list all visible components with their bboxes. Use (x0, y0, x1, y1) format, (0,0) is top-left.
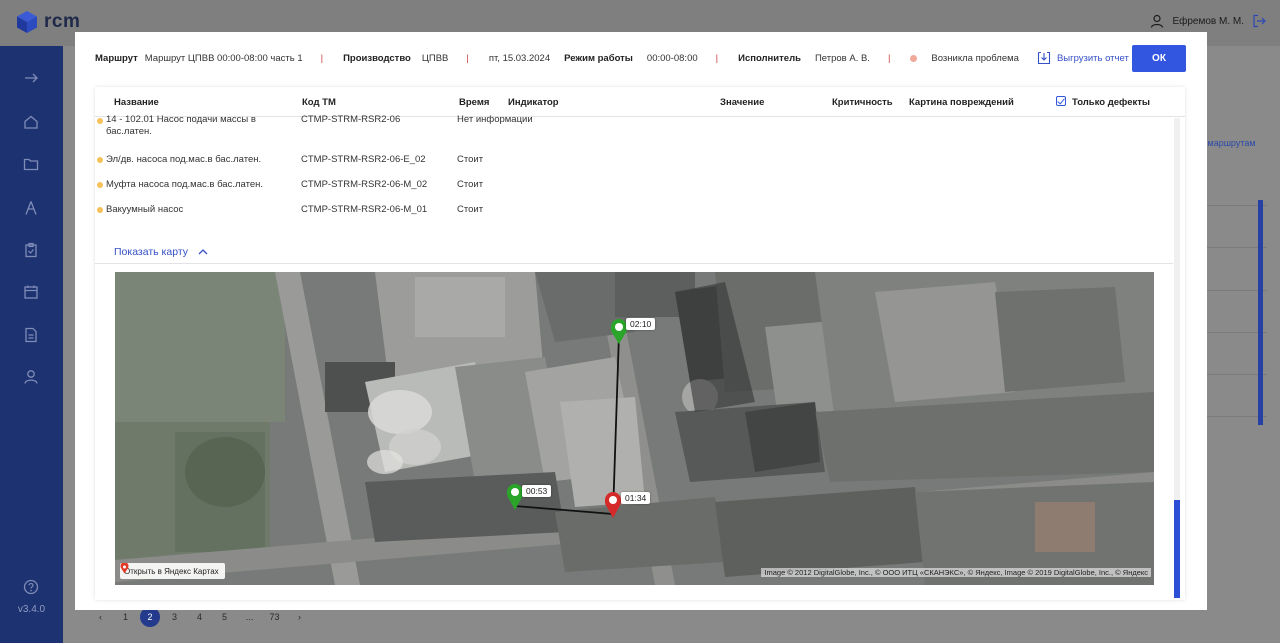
header-separator: | (887, 52, 891, 64)
ok-button[interactable]: ОК (1132, 45, 1186, 72)
executor-label: Исполнитель (738, 52, 801, 64)
production-value: ЦПВВ (421, 52, 449, 64)
export-report-label: Выгрузить отчет (1056, 52, 1129, 64)
row-time: Стоит (457, 154, 484, 165)
export-report-button[interactable]: Выгрузить отчет (1037, 51, 1129, 65)
pagination-prev[interactable]: ‹ (88, 607, 113, 627)
logout-icon[interactable] (1252, 14, 1266, 28)
pagination-page[interactable]: 5 (212, 607, 237, 627)
logo-cube-icon (17, 11, 37, 33)
production-label: Производство (343, 52, 411, 64)
column-value[interactable]: Значение (720, 97, 764, 108)
expand-arrow-icon[interactable] (21, 68, 41, 88)
route-details-modal: Маршрут Маршрут ЦПВВ 00:00-08:00 часть 1… (75, 32, 1207, 610)
marker-label-0210[interactable]: 02:10 (626, 318, 656, 330)
help-icon[interactable] (21, 577, 41, 597)
content-scrollbar[interactable] (1174, 118, 1180, 598)
header-separator: | (320, 52, 324, 64)
show-map-label: Показать карту (114, 246, 189, 258)
row-time: Нет информации (457, 114, 533, 125)
row-name: Муфта насоса под.мас.в бас.латен. (106, 179, 264, 190)
only-defects-checkbox[interactable] (1056, 96, 1066, 106)
header-separator: | (466, 52, 469, 64)
pagination-page[interactable]: 73 (262, 607, 287, 627)
mode-label: Режим работы (564, 52, 633, 64)
row-code: CTMP-STRM-RSR2-06-M_02 (301, 179, 428, 190)
background-link[interactable]: о маршрутам (1200, 138, 1256, 148)
satellite-map[interactable]: 02:10 00:53 01:34 Открыть в Яндекс Карта… (115, 272, 1154, 585)
column-time[interactable]: Время (459, 97, 489, 108)
scrollbar-thumb[interactable] (1174, 500, 1180, 598)
column-indicator[interactable]: Индикатор (508, 97, 559, 108)
sidebar (0, 46, 63, 643)
profile-icon[interactable] (21, 367, 41, 387)
route-value: Маршрут ЦПВВ 00:00-08:00 часть 1 (144, 52, 303, 64)
column-criticality[interactable]: Критичность (832, 97, 893, 108)
row-name: Эл/дв. насоса под.мас.в бас.латен. (106, 154, 262, 165)
location-pin-icon (120, 563, 129, 574)
route-icon[interactable] (21, 198, 41, 218)
section-divider (95, 263, 1173, 264)
problem-status-text: Возникла проблема (931, 52, 1019, 64)
show-map-toggle[interactable]: Показать карту (114, 246, 208, 258)
header-separator: | (715, 52, 719, 64)
open-yandex-maps-button[interactable]: Открыть в Яндекс Картах (120, 563, 225, 579)
table-header: Название Код ТМ Время Индикатор Значение… (95, 87, 1185, 117)
app-version: v3.4.0 (17, 604, 46, 615)
row-time: Стоит (457, 204, 484, 215)
user-name[interactable]: Ефремов М. М. (1172, 16, 1244, 27)
home-icon[interactable] (21, 112, 41, 132)
executor-value: Петров А. В. (814, 52, 870, 64)
document-icon[interactable] (21, 325, 41, 345)
marker-label-0053[interactable]: 00:53 (522, 485, 552, 497)
pagination-ellipsis: ... (245, 612, 254, 622)
row-time: Стоит (457, 179, 484, 190)
modal-header: Маршрут Маршрут ЦПВВ 00:00-08:00 часть 1… (75, 32, 1207, 84)
pagination-page-active[interactable]: 2 (140, 607, 160, 627)
download-icon (1037, 51, 1051, 65)
route-label: Маршрут (95, 52, 138, 64)
column-damage-picture[interactable]: Картина повреждений (909, 97, 1014, 108)
marker-label-0134[interactable]: 01:34 (621, 492, 651, 504)
app-logo[interactable]: rcm (16, 10, 80, 34)
folder-icon[interactable] (21, 154, 41, 174)
chevron-up-icon (198, 249, 208, 255)
open-yandex-maps-label: Открыть в Яндекс Картах (124, 566, 219, 576)
row-name: Вакуумный насос (106, 204, 184, 215)
calendar-icon[interactable] (21, 282, 41, 302)
mode-value: 00:00-08:00 (646, 52, 698, 64)
row-code: CTMP-STRM-RSR2-06-E_02 (301, 154, 426, 165)
column-code[interactable]: Код ТМ (302, 97, 336, 108)
only-defects-label[interactable]: Только дефекты (1072, 97, 1150, 108)
status-dot (97, 118, 103, 124)
background-panel (1207, 46, 1280, 643)
modal-content: Название Код ТМ Время Индикатор Значение… (95, 87, 1185, 600)
user-icon (1151, 14, 1164, 28)
row-code: CTMP-STRM-RSR2-06 (301, 114, 401, 125)
background-scrollbar[interactable] (1258, 200, 1263, 425)
map-copyright: Image © 2012 DigitalGlobe, Inc., © ООО И… (761, 568, 1151, 577)
row-code: CTMP-STRM-RSR2-06-M_01 (301, 204, 428, 215)
pagination-page[interactable]: 4 (187, 607, 212, 627)
pagination: ‹ 1 2 3 4 5 ... 73 › (88, 607, 312, 627)
column-name[interactable]: Название (114, 97, 159, 108)
pagination-page[interactable]: 1 (113, 607, 138, 627)
status-dot (97, 207, 103, 213)
problem-status-dot (910, 54, 918, 62)
clipboard-icon[interactable] (21, 240, 41, 260)
status-dot (97, 157, 103, 163)
row-name: 14 - 102.01 Насос подачи массы в бас.лат… (106, 114, 256, 137)
status-dot (97, 182, 103, 188)
user-area: Ефремов М. М. (1150, 14, 1266, 28)
logo-text: rcm (44, 11, 81, 32)
date-value: пт, 15.03.2024 (488, 52, 551, 64)
pagination-page[interactable]: 3 (162, 607, 187, 627)
pagination-next[interactable]: › (287, 607, 312, 627)
